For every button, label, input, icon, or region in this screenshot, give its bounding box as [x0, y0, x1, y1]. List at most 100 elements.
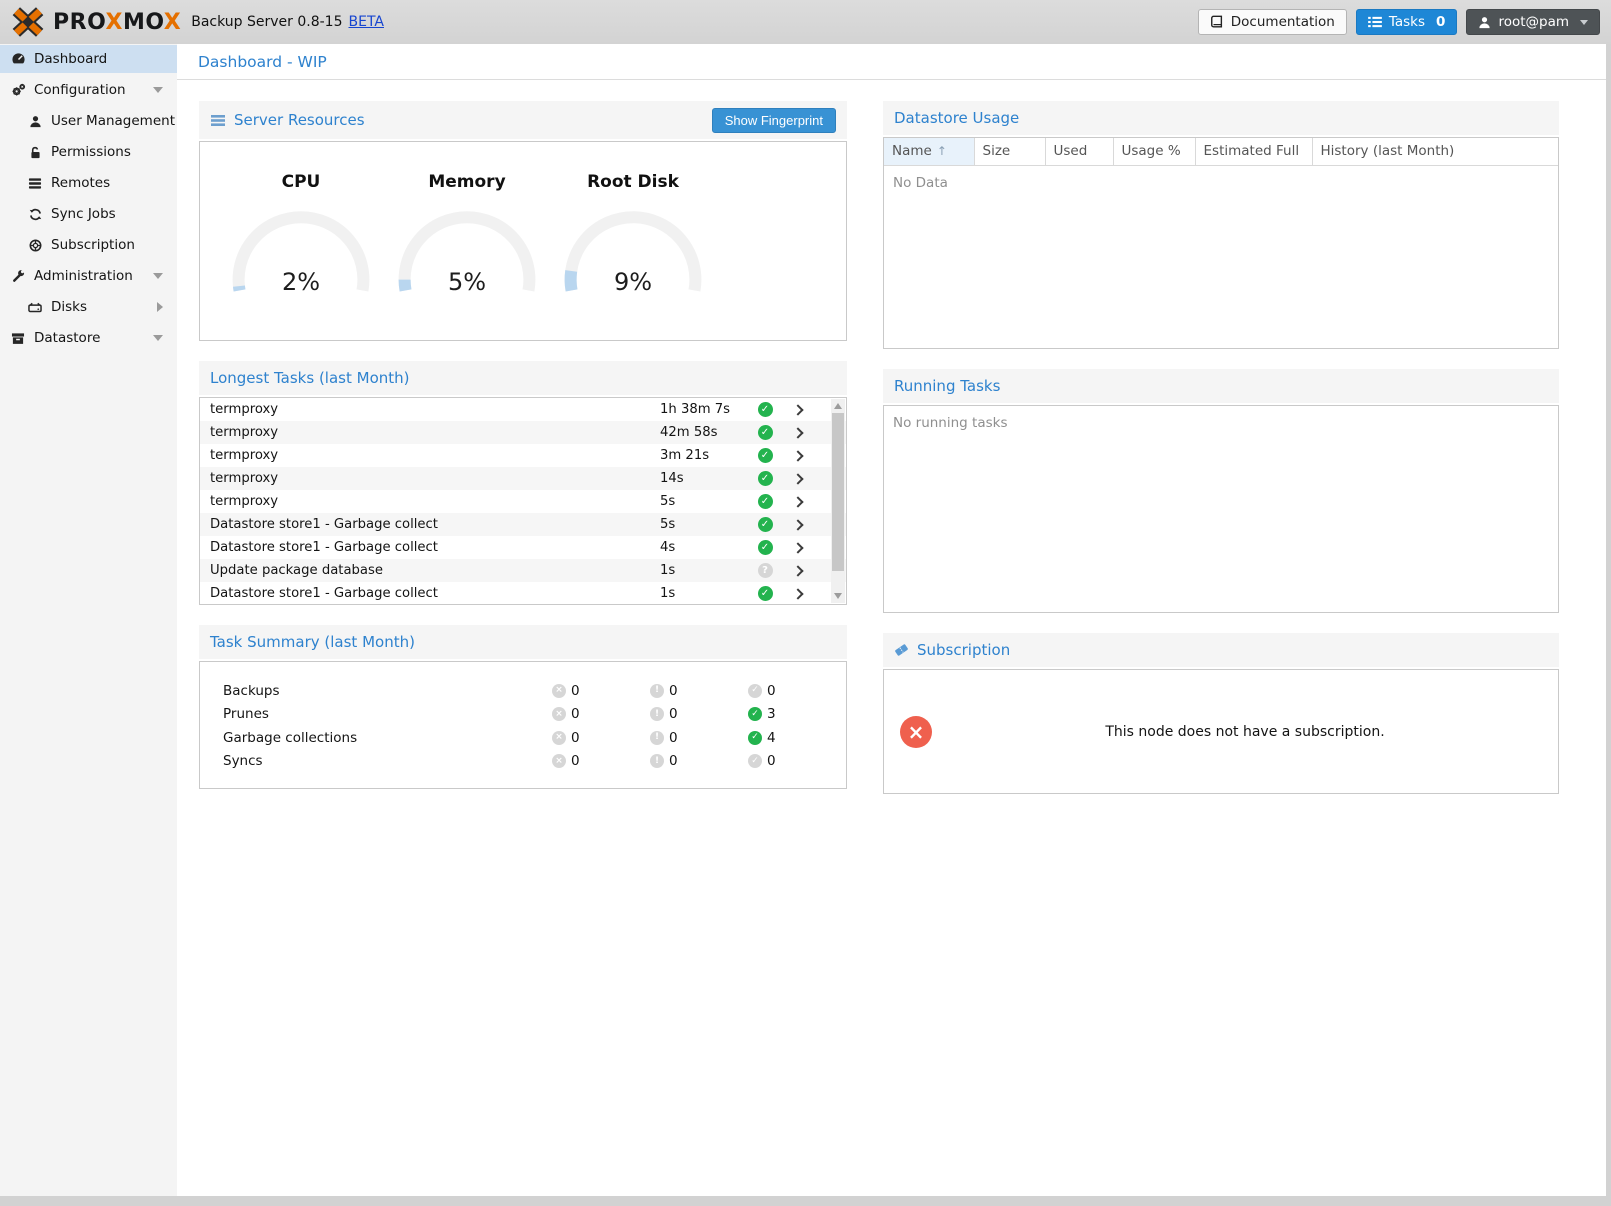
chevron-down-icon[interactable]	[153, 273, 163, 279]
sidebar-item-configuration[interactable]: Configuration	[0, 76, 177, 104]
task-name: Datastore store1 - Garbage collect	[200, 517, 660, 532]
hard-drive-icon	[27, 301, 43, 314]
task-row[interactable]: termproxy3m 21s✓	[200, 444, 846, 467]
user-menu-button[interactable]: root@pam	[1466, 9, 1600, 35]
task-row[interactable]: termproxy42m 58s✓	[200, 421, 846, 444]
column-header-estimated-full[interactable]: Estimated Full	[1195, 138, 1312, 165]
gears-icon	[10, 83, 26, 97]
task-summary-label: Prunes	[200, 706, 552, 722]
chevron-right-icon[interactable]	[792, 565, 803, 576]
chevron-right-icon[interactable]	[792, 542, 803, 553]
chevron-right-icon[interactable]	[792, 496, 803, 507]
task-summary-title: Task Summary (last Month)	[210, 633, 415, 651]
task-list-icon	[1368, 16, 1382, 28]
task-row[interactable]: Update package database1s?	[200, 559, 846, 582]
warning-count: 0	[669, 753, 678, 769]
task-duration: 1h 38m 7s	[660, 402, 750, 417]
chevron-right-icon[interactable]	[157, 302, 163, 312]
warning-count: 0	[669, 730, 678, 746]
scrollbar[interactable]	[831, 399, 845, 603]
task-summary-panel: Task Summary (last Month) Backups×0!0✓0P…	[199, 625, 847, 789]
sidebar-item-sync-jobs[interactable]: Sync Jobs	[0, 200, 177, 228]
task-duration: 1s	[660, 563, 750, 578]
chevron-down-icon[interactable]	[153, 335, 163, 341]
status-ok-icon: ✓	[758, 586, 773, 601]
task-row[interactable]: termproxy1h 38m 7s✓	[200, 398, 846, 421]
task-duration: 4s	[660, 540, 750, 555]
chevron-right-icon[interactable]	[792, 588, 803, 599]
chevron-right-icon[interactable]	[792, 519, 803, 530]
column-header-history[interactable]: History (last Month)	[1312, 138, 1558, 165]
sidebar-item-user-management[interactable]: User Management	[0, 107, 177, 135]
server-icon	[27, 177, 43, 190]
running-tasks-panel: Running Tasks No running tasks	[883, 369, 1559, 613]
chevron-right-icon[interactable]	[792, 427, 803, 438]
subscription-message: This node does not have a subscription.	[932, 724, 1558, 740]
column-header-size[interactable]: Size	[974, 138, 1045, 165]
ok-count: 0	[767, 683, 776, 699]
scrollbar-thumb[interactable]	[832, 413, 844, 571]
error-count-icon: ×	[552, 707, 566, 721]
chevron-right-icon[interactable]	[792, 450, 803, 461]
sidebar-item-dashboard[interactable]: Dashboard	[0, 45, 177, 73]
sidebar-item-administration[interactable]: Administration	[0, 262, 177, 290]
status-ok-icon: ✓	[758, 448, 773, 463]
chevron-right-icon[interactable]	[792, 473, 803, 484]
task-name: termproxy	[200, 494, 660, 509]
sidebar: Dashboard Configuration	[0, 44, 177, 1196]
datastore-usage-title: Datastore Usage	[894, 109, 1019, 127]
proxmox-logo-icon	[11, 7, 45, 37]
scroll-down-icon[interactable]	[834, 593, 842, 599]
sidebar-item-subscription[interactable]: Subscription	[0, 231, 177, 259]
product-subtitle: Backup Server 0.8-15	[191, 14, 342, 30]
chevron-down-icon[interactable]	[153, 87, 163, 93]
scroll-up-icon[interactable]	[834, 403, 842, 409]
task-duration: 5s	[660, 494, 750, 509]
sidebar-item-disks[interactable]: Disks	[0, 293, 177, 321]
status-unknown-icon: ?	[758, 563, 773, 578]
task-row[interactable]: termproxy5s ✓	[200, 490, 846, 513]
main-area: Dashboard - WIP	[177, 44, 1606, 1196]
status-ok-icon: ✓	[758, 494, 773, 509]
user-icon	[1478, 16, 1491, 29]
running-tasks-title: Running Tasks	[894, 377, 1000, 395]
task-summary-row: Garbage collections×0!0✓4	[200, 726, 846, 750]
tasks-count-badge: 0	[1436, 14, 1445, 30]
documentation-button[interactable]: Documentation	[1198, 9, 1347, 35]
datastore-empty-text: No Data	[884, 166, 1558, 200]
status-ok-icon: ✓	[758, 425, 773, 440]
warning-count-icon: !	[650, 684, 664, 698]
root-disk-gauge: Root Disk 9%	[550, 142, 716, 299]
sidebar-item-datastore[interactable]: Datastore	[0, 324, 177, 352]
ok-count-icon: ✓	[748, 754, 762, 768]
running-tasks-empty-text: No running tasks	[884, 406, 1558, 440]
show-fingerprint-button[interactable]: Show Fingerprint	[712, 108, 836, 133]
datastore-usage-panel: Datastore Usage Name↑	[883, 101, 1559, 349]
sort-up-icon: ↑	[937, 144, 947, 158]
chevron-right-icon[interactable]	[792, 404, 803, 415]
cpu-gauge: CPU 2%	[218, 142, 384, 299]
task-summary-row: Backups×0!0✓0	[200, 679, 846, 703]
ok-count: 4	[767, 730, 776, 746]
ok-count-icon: ✓	[748, 707, 762, 721]
tasks-button[interactable]: Tasks 0	[1356, 9, 1458, 35]
archive-box-icon	[10, 332, 26, 345]
page-header: Dashboard - WIP	[177, 44, 1606, 80]
column-header-usage[interactable]: Usage %	[1113, 138, 1195, 165]
unlock-icon	[27, 146, 43, 159]
column-header-name[interactable]: Name↑	[884, 138, 974, 165]
beta-link[interactable]: BETA	[349, 14, 385, 30]
column-header-used[interactable]: Used	[1045, 138, 1113, 165]
ok-count-icon: ✓	[748, 731, 762, 745]
task-row[interactable]: termproxy14s✓	[200, 467, 846, 490]
sidebar-item-permissions[interactable]: Permissions	[0, 138, 177, 166]
task-row[interactable]: Datastore store1 - Garbage collect5s✓	[200, 513, 846, 536]
task-duration: 5s	[660, 517, 750, 532]
task-name: termproxy	[200, 425, 660, 440]
warning-count: 0	[669, 706, 678, 722]
task-row[interactable]: Datastore store1 - Garbage collect1s✓	[200, 582, 846, 604]
status-ok-icon: ✓	[758, 402, 773, 417]
task-row[interactable]: Datastore store1 - Garbage collect4s✓	[200, 536, 846, 559]
error-count-icon: ×	[552, 754, 566, 768]
sidebar-item-remotes[interactable]: Remotes	[0, 169, 177, 197]
